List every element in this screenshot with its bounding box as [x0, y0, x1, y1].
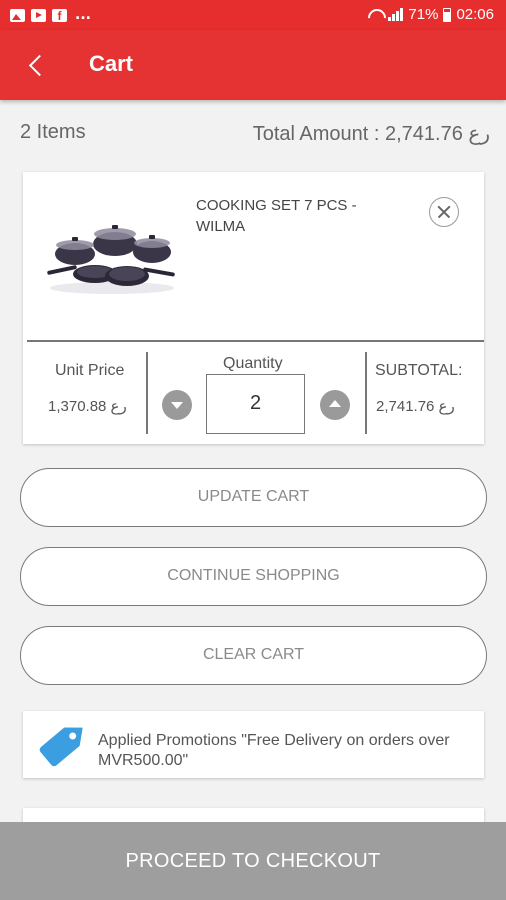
- gallery-notification-icon: [10, 8, 25, 22]
- facebook-notification-icon: f: [52, 8, 67, 23]
- divider: [27, 340, 484, 342]
- items-count: 2 Items: [20, 121, 86, 143]
- signal-icon: [388, 8, 404, 21]
- divider: [146, 352, 148, 434]
- remove-item-close-icon[interactable]: [429, 197, 459, 227]
- continue-shopping-button[interactable]: CONTINUE SHOPPING: [20, 547, 487, 606]
- divider: [365, 352, 367, 434]
- unit-price-value: رع 1,370.88: [48, 398, 127, 415]
- youtube-notification-icon: [31, 8, 46, 22]
- proceed-to-checkout-button[interactable]: PROCEED TO CHECKOUT: [0, 822, 506, 900]
- cart-item-card: COOKING SET 7 PCS - WILMA Unit Price رع …: [23, 172, 484, 444]
- notification-icons: f ...: [10, 7, 91, 23]
- cart-summary: 2 Items Total Amount : 2,741.76 رع: [20, 121, 490, 149]
- update-cart-button[interactable]: UPDATE CART: [20, 468, 487, 527]
- product-image[interactable]: [45, 212, 180, 297]
- more-notifications-indicator: ...: [75, 7, 91, 23]
- increase-quantity-button[interactable]: [320, 390, 350, 420]
- subtotal-label: SUBTOTAL:: [375, 362, 463, 379]
- price-tag-icon: [39, 727, 83, 767]
- applied-promotion-banner: Applied Promotions "Free Delivery on ord…: [23, 711, 484, 778]
- total-amount: Total Amount : 2,741.76 رع: [252, 123, 490, 145]
- battery-icon: [443, 7, 452, 22]
- promotion-text: Applied Promotions "Free Delivery on ord…: [98, 732, 450, 769]
- clock: 02:06: [456, 6, 494, 23]
- product-name[interactable]: COOKING SET 7 PCS - WILMA: [196, 195, 396, 237]
- subtotal-value: رع 2,741.76: [376, 398, 455, 415]
- quantity-label: Quantity: [223, 355, 283, 372]
- unit-price-label: Unit Price: [55, 362, 125, 379]
- wifi-icon: [367, 8, 383, 22]
- system-icons: 71% 02:06: [367, 6, 494, 23]
- clear-cart-button[interactable]: CLEAR CART: [20, 626, 487, 685]
- quantity-stepper[interactable]: 2: [206, 374, 305, 434]
- page-title: Cart: [89, 51, 134, 76]
- app-bar: Cart: [0, 30, 506, 100]
- decrease-quantity-button[interactable]: [162, 390, 192, 420]
- battery-percent: 71%: [408, 6, 439, 23]
- back-arrow-icon[interactable]: [18, 47, 54, 83]
- status-bar: f ... 71% 02:06: [0, 0, 506, 30]
